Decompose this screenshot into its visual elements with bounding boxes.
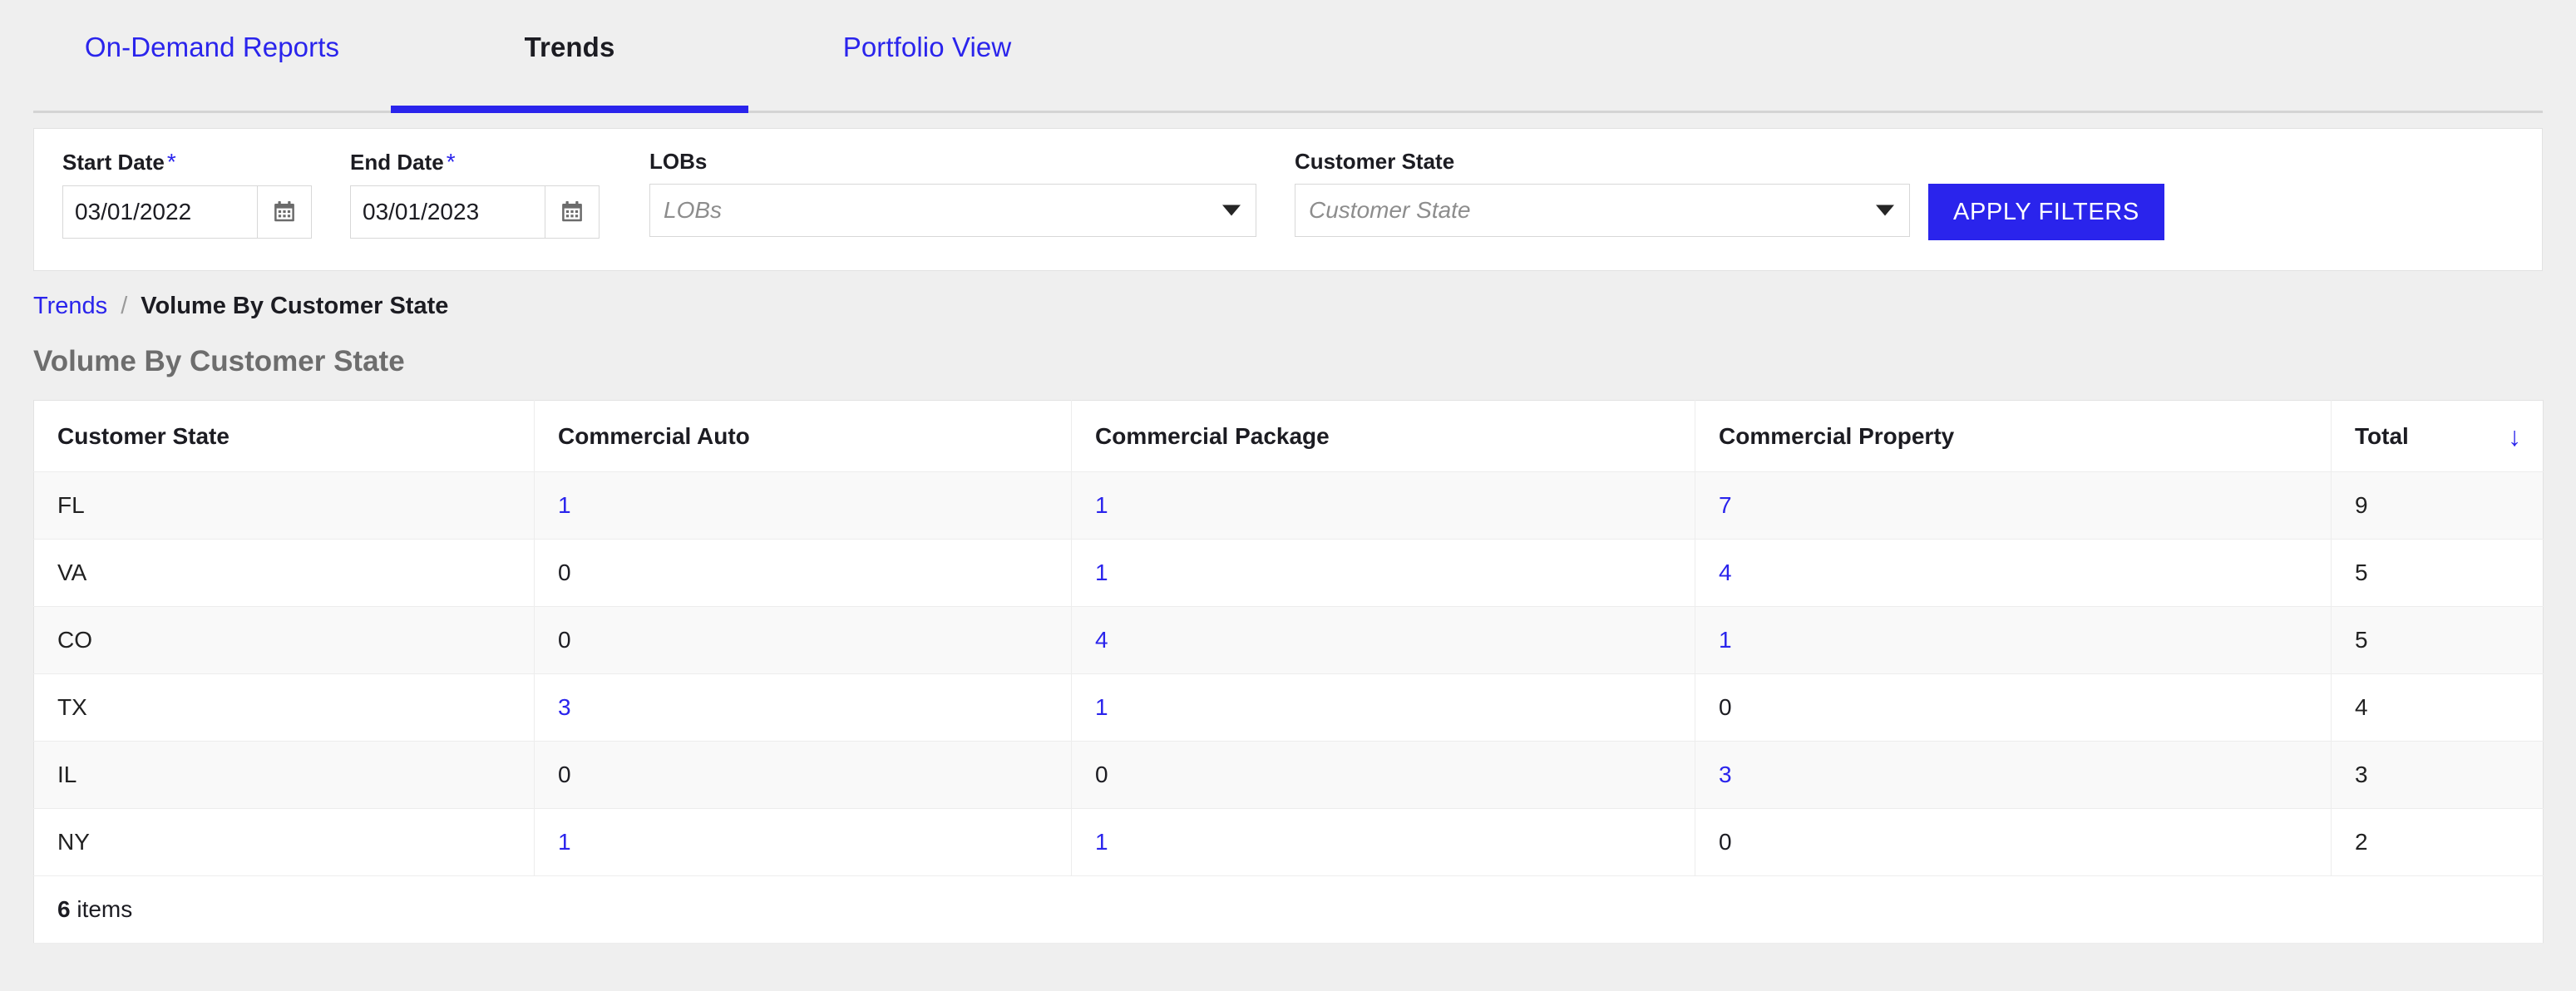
cell-total: 5 [2331, 606, 2544, 674]
page-title: Volume By Customer State [33, 345, 405, 377]
column-header-commercial-auto[interactable]: Commercial Auto [534, 400, 1072, 472]
cell-commercial-package[interactable]: 4 [1071, 606, 1695, 674]
tab-label: On-Demand Reports [84, 32, 340, 62]
table-row[interactable]: NY 1 1 0 2 [33, 808, 2544, 876]
cell-customer-state: FL [33, 471, 535, 540]
start-date-label-text: Start Date [62, 150, 165, 175]
table-row[interactable]: TX 3 1 0 4 [33, 673, 2544, 742]
end-date-field: End Date * [350, 150, 600, 239]
column-header-total[interactable]: Total ↓ [2331, 400, 2544, 472]
breadcrumb-current: Volume By Customer State [141, 293, 449, 319]
calendar-icon [562, 201, 582, 222]
table-footer-row: 6 items [33, 875, 2544, 944]
customer-state-field: Customer State Customer State [1295, 150, 1910, 237]
tab-on-demand-reports[interactable]: On-Demand Reports [33, 0, 391, 113]
chevron-down-icon [1222, 205, 1241, 216]
end-date-label-text: End Date [350, 150, 444, 175]
cell-commercial-auto: 0 [534, 606, 1072, 674]
chevron-down-icon [1876, 205, 1894, 216]
table-row[interactable]: CO 0 4 1 5 [33, 606, 2544, 674]
breadcrumb-separator: / [121, 293, 128, 319]
cell-customer-state: CO [33, 606, 535, 674]
start-date-calendar-button[interactable] [257, 185, 312, 239]
start-date-field: Start Date * [62, 150, 312, 239]
lobs-label: LOBs [649, 149, 708, 174]
customer-state-placeholder: Customer State [1309, 197, 1471, 223]
table-body: FL 1 1 7 9 VA 0 1 4 5 CO 0 4 1 5 TX 3 1 … [33, 471, 2544, 944]
end-date-calendar-button[interactable] [545, 185, 600, 239]
start-date-group [62, 185, 312, 239]
table-row[interactable]: FL 1 1 7 9 [33, 471, 2544, 540]
column-header-commercial-package[interactable]: Commercial Package [1071, 400, 1695, 472]
cell-commercial-auto[interactable]: 1 [534, 808, 1072, 876]
cell-commercial-auto: 0 [534, 539, 1072, 607]
end-date-label: End Date * [350, 150, 600, 174]
table-row[interactable]: VA 0 1 4 5 [33, 539, 2544, 607]
cell-commercial-package[interactable]: 1 [1071, 539, 1695, 607]
main-tabbar: On-Demand Reports Trends Portfolio View [0, 0, 2576, 113]
end-date-input[interactable] [350, 185, 545, 239]
cell-commercial-property[interactable]: 7 [1695, 471, 2332, 540]
tab-trends[interactable]: Trends [391, 0, 748, 113]
item-count: 6 [57, 896, 71, 922]
table-header-row: Customer State Commercial Auto Commercia… [33, 400, 2544, 472]
cell-commercial-package[interactable]: 1 [1071, 471, 1695, 540]
volume-by-customer-state-table: Customer State Commercial Auto Commercia… [33, 400, 2544, 944]
cell-commercial-property: 0 [1695, 673, 2332, 742]
breadcrumb-link-trends[interactable]: Trends [33, 293, 107, 320]
table-header: Customer State Commercial Auto Commercia… [33, 400, 2544, 472]
apply-filters-button[interactable]: APPLY FILTERS [1928, 184, 2164, 240]
cell-commercial-property[interactable]: 4 [1695, 539, 2332, 607]
customer-state-select[interactable]: Customer State [1295, 184, 1910, 237]
table-row[interactable]: IL 0 0 3 3 [33, 741, 2544, 809]
tab-label: Portfolio View [842, 32, 1012, 62]
cell-commercial-property[interactable]: 3 [1695, 741, 2332, 809]
end-date-group [350, 185, 600, 239]
filter-section: Start Date * 03/01/2022 End Date * 03/01… [0, 113, 2576, 271]
cell-total: 2 [2331, 808, 2544, 876]
lobs-placeholder: LOBs [664, 197, 723, 223]
cell-total: 4 [2331, 673, 2544, 742]
customer-state-label: Customer State [1295, 149, 1455, 174]
cell-customer-state: NY [33, 808, 535, 876]
calendar-icon [274, 201, 294, 222]
cell-total: 9 [2331, 471, 2544, 540]
start-date-input[interactable] [62, 185, 257, 239]
lobs-select[interactable]: LOBs [649, 184, 1256, 237]
sort-arrow-down-icon[interactable]: ↓ [2508, 423, 2521, 450]
cell-commercial-package: 0 [1071, 741, 1695, 809]
table-section: Customer State Commercial Auto Commercia… [0, 378, 2576, 944]
cell-customer-state: VA [33, 539, 535, 607]
breadcrumb: Trends / Volume By Customer State [0, 271, 2576, 320]
tab-label: Trends [524, 32, 615, 62]
cell-commercial-package[interactable]: 1 [1071, 808, 1695, 876]
cell-commercial-auto[interactable]: 3 [534, 673, 1072, 742]
cell-commercial-property[interactable]: 1 [1695, 606, 2332, 674]
column-header-customer-state[interactable]: Customer State [33, 400, 535, 472]
cell-commercial-package[interactable]: 1 [1071, 673, 1695, 742]
cell-customer-state: TX [33, 673, 535, 742]
cell-total: 5 [2331, 539, 2544, 607]
cell-commercial-property: 0 [1695, 808, 2332, 876]
column-header-total-label: Total [2355, 422, 2409, 449]
required-asterisk: * [166, 149, 176, 175]
item-count-label: items [76, 896, 133, 922]
cell-commercial-auto[interactable]: 1 [534, 471, 1072, 540]
required-asterisk: * [446, 149, 456, 175]
cell-commercial-auto: 0 [534, 741, 1072, 809]
filter-card: Start Date * 03/01/2022 End Date * 03/01… [33, 128, 2543, 271]
start-date-label: Start Date * [62, 150, 312, 174]
column-header-commercial-property[interactable]: Commercial Property [1695, 400, 2332, 472]
cell-total: 3 [2331, 741, 2544, 809]
lobs-field: LOBs LOBs [649, 150, 1256, 237]
tab-portfolio-view[interactable]: Portfolio View [748, 0, 1106, 113]
table-footer-cell: 6 items [33, 875, 2544, 944]
cell-customer-state: IL [33, 741, 535, 809]
